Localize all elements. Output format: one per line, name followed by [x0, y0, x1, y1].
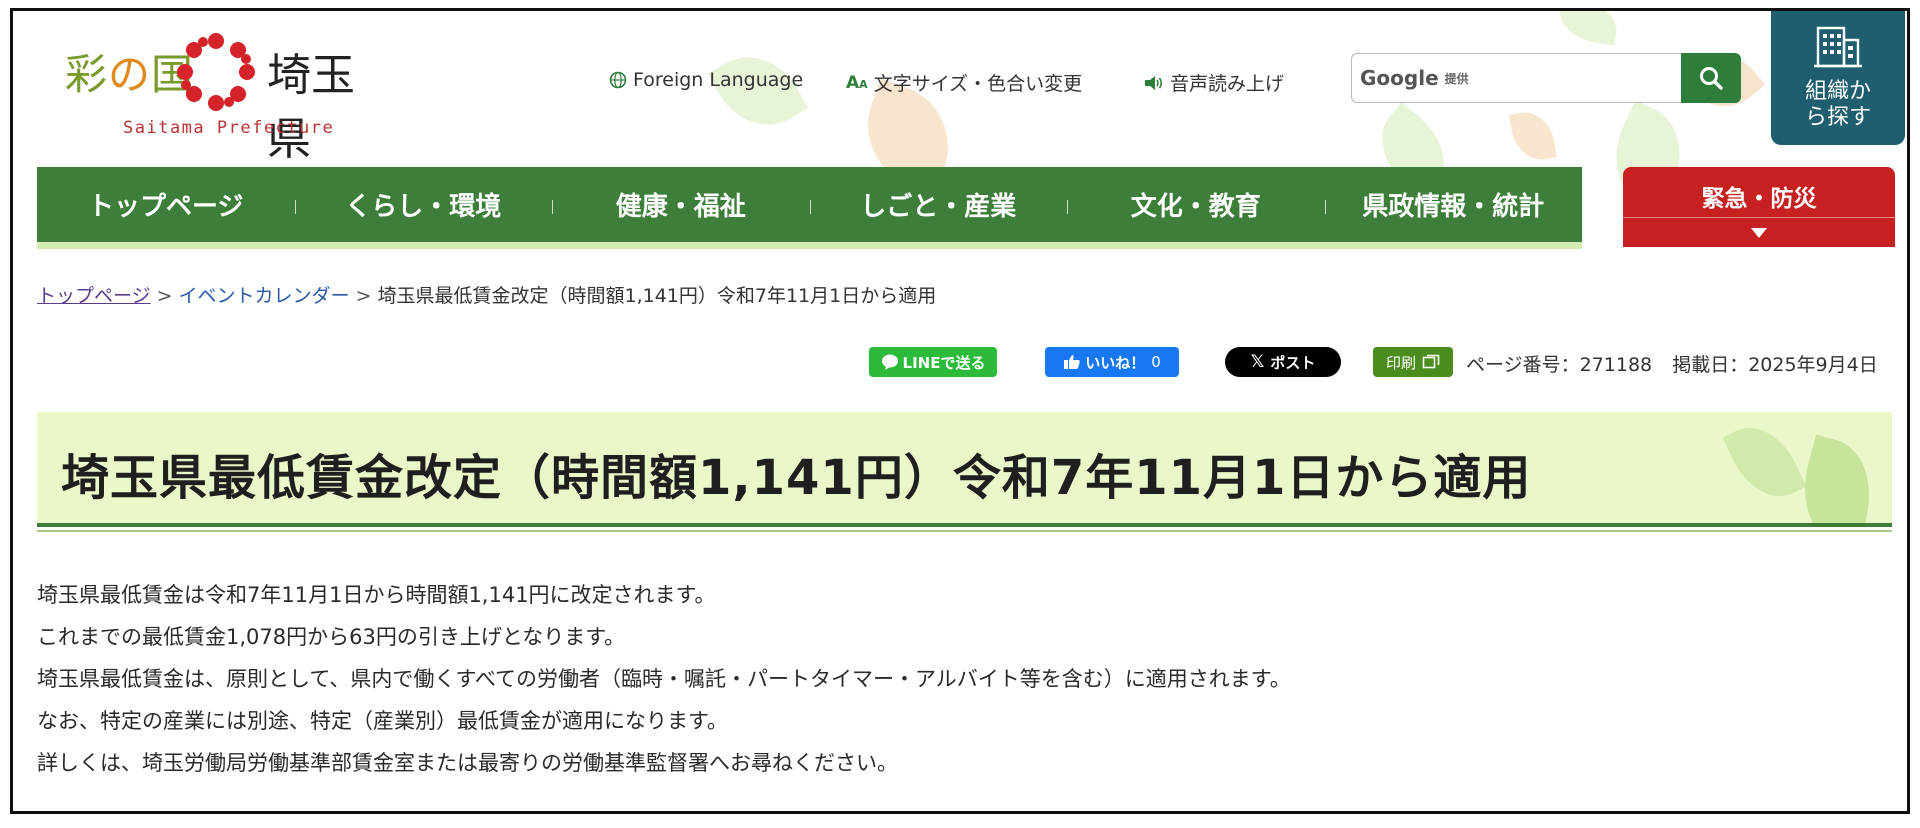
x-post-label: ポスト [1270, 353, 1316, 372]
line-share-label: LINEで送る [902, 353, 986, 372]
published-date: 掲載日：2025年9月4日 [1672, 354, 1878, 376]
google-brand: Google [1360, 66, 1439, 90]
decorative-leaf [1508, 107, 1558, 165]
emergency-label: 緊急・防災 [1701, 186, 1817, 212]
nav-item-culture[interactable]: 文化・教育 [1067, 186, 1325, 223]
logo-text-english: Saitama Prefecture [123, 118, 335, 138]
site-logo[interactable]: 彩の国 埼玉県 Saitama Prefecture [55, 23, 385, 165]
body-paragraph: 詳しくは、埼玉労働局労働基準部賃金室または最寄りの労働基準監督署へお尋ねください… [37, 751, 898, 775]
org-search-button[interactable]: 組織から探す [1771, 11, 1905, 145]
nav-item-prefgov[interactable]: 県政情報・統計 [1324, 186, 1583, 223]
page-title-box: 埼玉県最低賃金改定（時間額1,141円）令和7年11月1日から適用 [37, 412, 1892, 527]
voice-reading-link[interactable]: 音声読み上げ [1144, 69, 1284, 96]
foreign-language-link[interactable]: Foreign Language [609, 69, 803, 91]
text-size-icon: AA [846, 72, 868, 93]
foreign-language-label: Foreign Language [633, 69, 804, 91]
search-button[interactable] [1681, 53, 1741, 103]
search-input[interactable]: Google 提供 [1351, 53, 1684, 103]
nav-item-work[interactable]: しごと・産業 [809, 186, 1068, 223]
body-paragraph: 埼玉県最低賃金は、原則として、県内で働くすべての労働者（臨時・嘱託・パートタイマ… [37, 667, 1291, 691]
building-icon [1814, 26, 1862, 68]
breadcrumb-separator: > [355, 285, 372, 307]
print-icon [1422, 354, 1440, 369]
emergency-divider [1623, 217, 1895, 218]
line-icon [881, 354, 898, 370]
breadcrumb-current: 埼玉県最低賃金改定（時間額1,141円）令和7年11月1日から適用 [377, 285, 937, 307]
search-provided-label: 提供 [1444, 71, 1469, 86]
body-paragraph: これまでの最低賃金1,078円から63円の引き上げとなります。 [37, 625, 626, 649]
page-number: ページ番号：271188 [1466, 354, 1653, 376]
breadcrumb-events[interactable]: イベントカレンダー [179, 285, 350, 307]
globe-icon [609, 71, 627, 89]
page-frame: 彩の国 埼玉県 Saitama Prefecture Foreign Langu… [10, 8, 1910, 814]
logo-text-saitama: 埼玉県 [267, 50, 355, 165]
decorative-leaf [1554, 11, 1622, 46]
print-label: 印刷 [1385, 353, 1416, 372]
text-size-label: 文字サイズ・色合い変更 [873, 73, 1083, 95]
page-title: 埼玉県最低賃金改定（時間額1,141円）令和7年11月1日から適用 [61, 450, 1532, 506]
body-paragraph: 埼玉県最低賃金は令和7年11月1日から時間額1,141円に改定されます。 [37, 583, 716, 607]
search-icon [1700, 67, 1723, 90]
emergency-button[interactable]: 緊急・防災 [1623, 167, 1895, 247]
global-nav: トップページ くらし・環境 健康・福祉 しごと・産業 文化・教育 県政情報・統計 [37, 167, 1582, 249]
article-body: 埼玉県最低賃金は令和7年11月1日から時間額1,141円に改定されます。 これま… [37, 574, 1291, 784]
decorative-leaf [707, 38, 809, 144]
breadcrumb-separator: > [156, 285, 173, 307]
breadcrumb: トップページ > イベントカレンダー > 埼玉県最低賃金改定（時間額1,141円）令和7… [37, 281, 936, 308]
thumbs-up-icon [1064, 355, 1080, 369]
nav-item-top[interactable]: トップページ [37, 186, 295, 223]
prefecture-emblem-icon [177, 33, 255, 111]
title-underline [37, 530, 1892, 532]
nav-item-life[interactable]: くらし・環境 [294, 186, 553, 223]
decorative-leaf [1790, 434, 1884, 523]
page-meta: ページ番号：271188 掲載日：2025年9月4日 [1466, 350, 1878, 377]
facebook-like-button[interactable]: いいね！ 0 [1045, 347, 1179, 377]
x-post-button[interactable]: 𝕏 ポスト [1225, 347, 1341, 377]
nav-item-health[interactable]: 健康・福祉 [552, 186, 810, 223]
facebook-like-count: 0 [1151, 353, 1161, 371]
decorative-leaf [1722, 414, 1807, 510]
body-paragraph: なお、特定の産業には別途、特定（産業別）最低賃金が適用になります。 [37, 709, 728, 733]
print-button[interactable]: 印刷 [1373, 347, 1453, 377]
breadcrumb-home[interactable]: トップページ [37, 285, 151, 307]
voice-reading-label: 音声読み上げ [1170, 73, 1285, 95]
x-logo-icon: 𝕏 [1250, 352, 1265, 372]
text-size-color-link[interactable]: AA 文字サイズ・色合い変更 [846, 69, 1082, 96]
speaker-icon [1145, 75, 1163, 90]
chevron-down-icon [1751, 228, 1767, 238]
facebook-like-label: いいね！ [1085, 353, 1146, 372]
org-search-label: 組織から探す [1804, 79, 1871, 130]
line-share-button[interactable]: LINEで送る [869, 347, 997, 377]
